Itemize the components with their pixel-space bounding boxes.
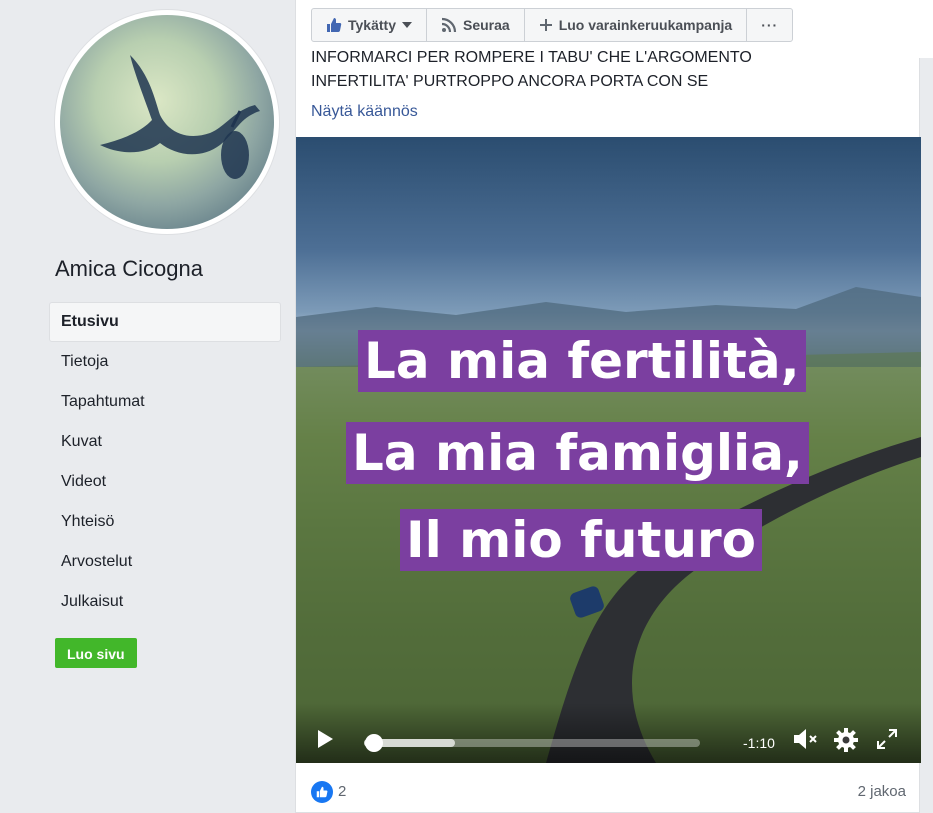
video-caption-line-3: Il mio futuro: [400, 509, 762, 571]
play-icon[interactable]: [316, 729, 334, 754]
fullscreen-icon[interactable]: [876, 728, 898, 755]
nav-item-kuvat[interactable]: Kuvat: [49, 422, 281, 462]
liked-button[interactable]: Tykätty: [312, 9, 427, 41]
like-count[interactable]: 2: [338, 783, 346, 800]
post-text-line-1: INFORMARCI PER ROMPERE I TABU' CHE L'ARG…: [311, 49, 752, 66]
nav-item-tapahtumat[interactable]: Tapahtumat: [49, 382, 281, 422]
chevron-down-icon: [401, 22, 412, 28]
video-player[interactable]: La mia fertilità, La mia famiglia, Il mi…: [296, 137, 921, 763]
fundraiser-label: Luo varainkeruukampanja: [558, 17, 733, 33]
video-caption-line-2: La mia famiglia,: [346, 422, 809, 484]
video-controls: -1:10: [296, 703, 921, 763]
stork-image: [60, 15, 274, 229]
post-text-line-2: INFERTILITA' PURTROPPO ANCORA PORTA CON …: [311, 73, 709, 90]
nav-item-etusivu[interactable]: Etusivu: [49, 302, 281, 342]
nav-item-yhteiso[interactable]: Yhteisö: [49, 502, 281, 542]
fundraiser-button[interactable]: Luo varainkeruukampanja: [525, 9, 748, 41]
create-page-button[interactable]: Luo sivu: [55, 638, 137, 668]
video-caption-line-1: La mia fertilità,: [358, 330, 806, 392]
profile-picture[interactable]: [55, 10, 279, 234]
page-name[interactable]: Amica Cicogna: [55, 256, 203, 282]
plus-icon: [539, 18, 553, 32]
settings-gear-icon[interactable]: [833, 727, 859, 758]
follow-button[interactable]: Seuraa: [427, 9, 525, 41]
page-nav: Etusivu Tietoja Tapahtumat Kuvat Videot …: [49, 302, 281, 622]
nav-item-tietoja[interactable]: Tietoja: [49, 342, 281, 382]
nav-item-videot[interactable]: Videot: [49, 462, 281, 502]
post-text: INFORMARCI PER ROMPERE I TABU' CHE L'ARG…: [311, 46, 911, 94]
left-column: Amica Cicogna Etusivu Tietoja Tapahtumat…: [0, 0, 295, 813]
thumbs-up-icon: [326, 17, 342, 33]
see-translation-link[interactable]: Näytä käännös: [311, 103, 418, 121]
action-button-group: Tykätty Seuraa Luo varainkeruukampanja ·…: [311, 8, 794, 42]
share-count[interactable]: 2 jakoa: [858, 783, 906, 800]
like-reaction-icon[interactable]: [311, 781, 333, 803]
post-footer: 2 2 jakoa: [296, 763, 921, 813]
progress-handle[interactable]: [365, 734, 384, 752]
more-icon: ···: [761, 17, 779, 33]
more-options-button[interactable]: ···: [747, 9, 792, 41]
time-remaining: -1:10: [743, 735, 775, 751]
video-progress-bar[interactable]: [364, 734, 700, 752]
post-card: INFORMARCI PER ROMPERE I TABU' CHE L'ARG…: [295, 49, 921, 813]
follow-label: Seuraa: [462, 17, 510, 33]
muted-speaker-icon[interactable]: [792, 727, 820, 756]
nav-item-arvostelut[interactable]: Arvostelut: [49, 542, 281, 582]
nav-item-julkaisut[interactable]: Julkaisut: [49, 582, 281, 622]
liked-label: Tykätty: [348, 17, 396, 33]
rss-icon: [441, 17, 457, 33]
